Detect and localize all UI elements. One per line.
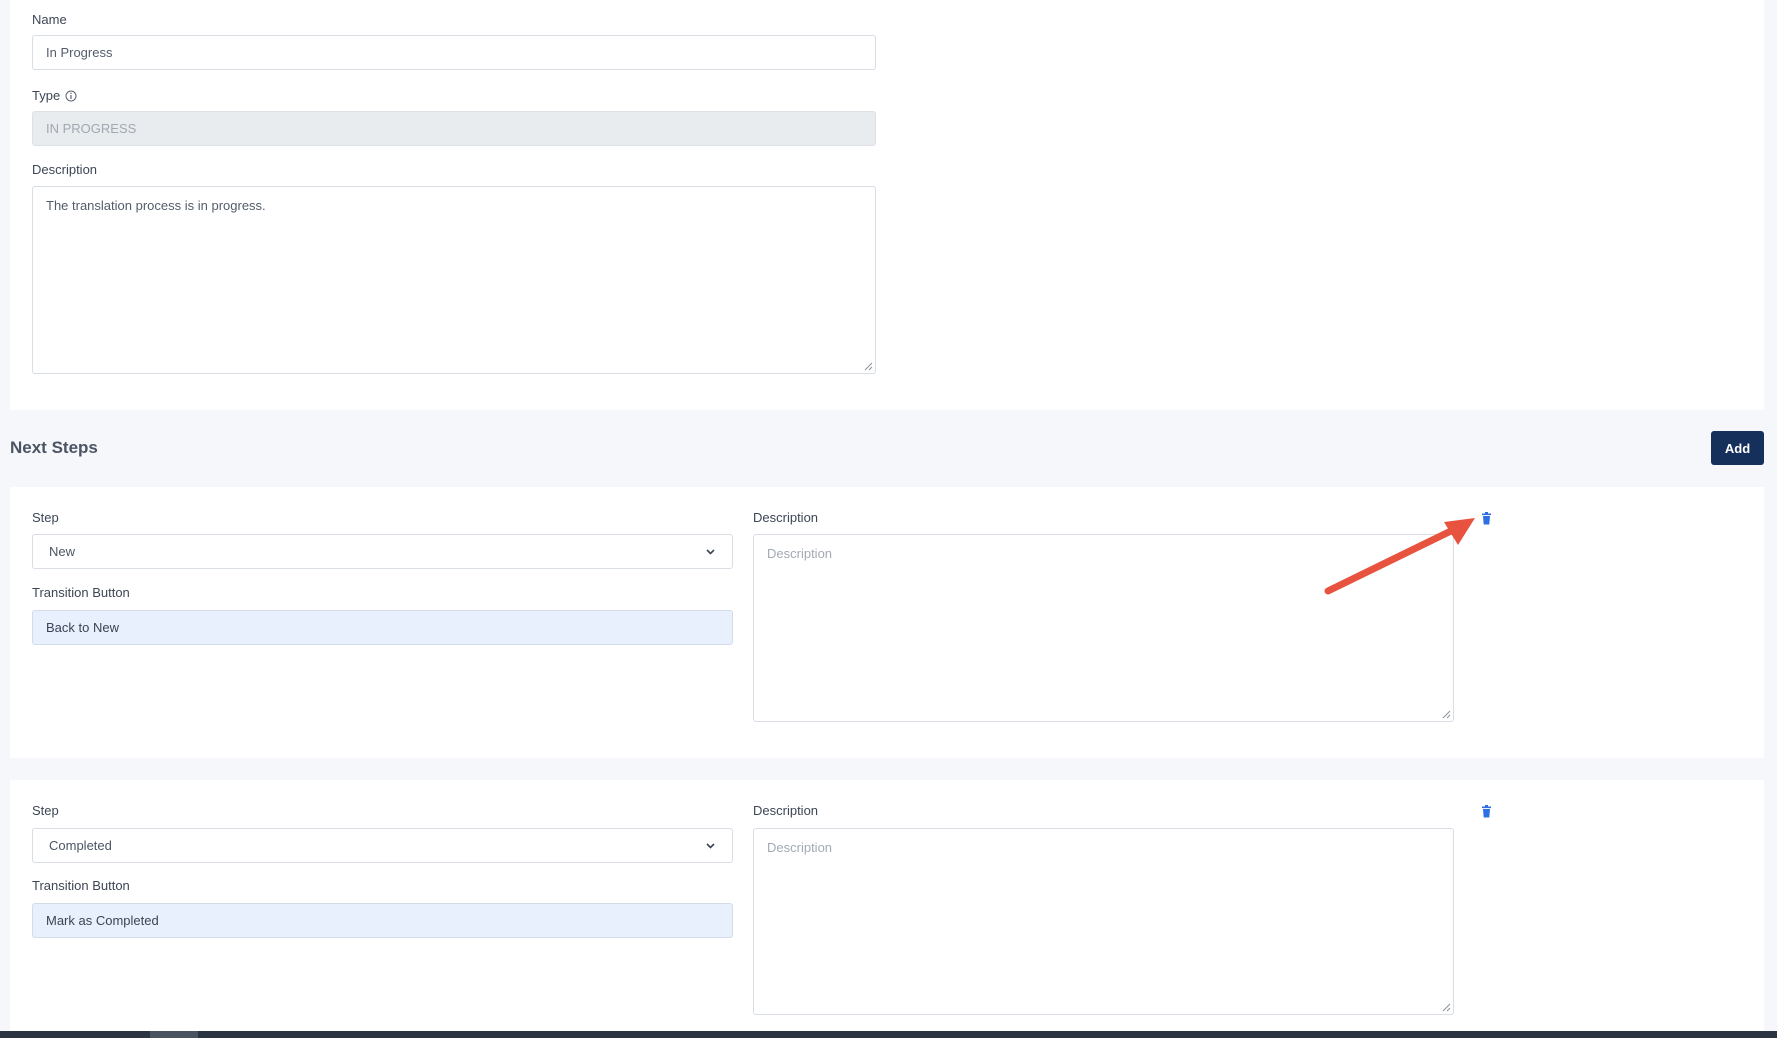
trash-icon[interactable] xyxy=(1481,512,1492,525)
info-circle-icon[interactable] xyxy=(65,90,77,102)
transition-button-input[interactable]: Mark as Completed xyxy=(32,903,733,938)
add-step-button[interactable]: Add xyxy=(1711,431,1764,465)
type-label: Type xyxy=(32,88,77,103)
step-description-placeholder: Description xyxy=(767,840,833,855)
step-description-textarea[interactable]: Description xyxy=(753,534,1454,722)
type-input: IN PROGRESS xyxy=(32,111,876,146)
status-details-card: Name In Progress Type IN PROGRESS Descri… xyxy=(10,0,1764,410)
description-label: Description xyxy=(32,162,98,177)
transition-button-value: Back to New xyxy=(46,620,119,635)
transition-button-label: Transition Button xyxy=(32,878,130,893)
name-label: Name xyxy=(32,12,67,27)
transition-button-label: Transition Button xyxy=(32,585,130,600)
horizontal-scrollbar[interactable] xyxy=(0,1031,1777,1038)
step-select[interactable]: New xyxy=(32,534,733,569)
step-description-label: Description xyxy=(753,803,819,818)
step-select-value: Completed xyxy=(49,838,112,853)
scrollbar-thumb[interactable] xyxy=(150,1031,198,1038)
resize-grip-icon[interactable] xyxy=(864,362,873,371)
name-input-value: In Progress xyxy=(46,45,113,60)
step-select[interactable]: Completed xyxy=(32,828,733,863)
trash-icon[interactable] xyxy=(1481,805,1492,818)
resize-grip-icon[interactable] xyxy=(1442,710,1451,719)
chevron-down-icon xyxy=(706,549,715,555)
description-textarea[interactable]: The translation process is in progress. xyxy=(32,186,876,374)
transition-button-input[interactable]: Back to New xyxy=(32,610,733,645)
next-step-card: Step Completed Transition Button Mark as… xyxy=(10,780,1764,1038)
step-label: Step xyxy=(32,803,59,818)
type-input-value: IN PROGRESS xyxy=(46,121,137,136)
chevron-down-icon xyxy=(706,843,715,849)
next-steps-title: Next Steps xyxy=(10,438,98,457)
transition-button-value: Mark as Completed xyxy=(46,913,159,928)
step-description-textarea[interactable]: Description xyxy=(753,828,1454,1015)
step-label: Step xyxy=(32,510,59,525)
next-step-card: Step New Transition Button Back to New D… xyxy=(10,487,1764,758)
step-description-placeholder: Description xyxy=(767,546,833,561)
step-select-value: New xyxy=(49,544,76,559)
description-textarea-value: The translation process is in progress. xyxy=(46,198,266,213)
resize-grip-icon[interactable] xyxy=(1442,1003,1451,1012)
step-description-label: Description xyxy=(753,510,819,525)
name-input[interactable]: In Progress xyxy=(32,35,876,70)
